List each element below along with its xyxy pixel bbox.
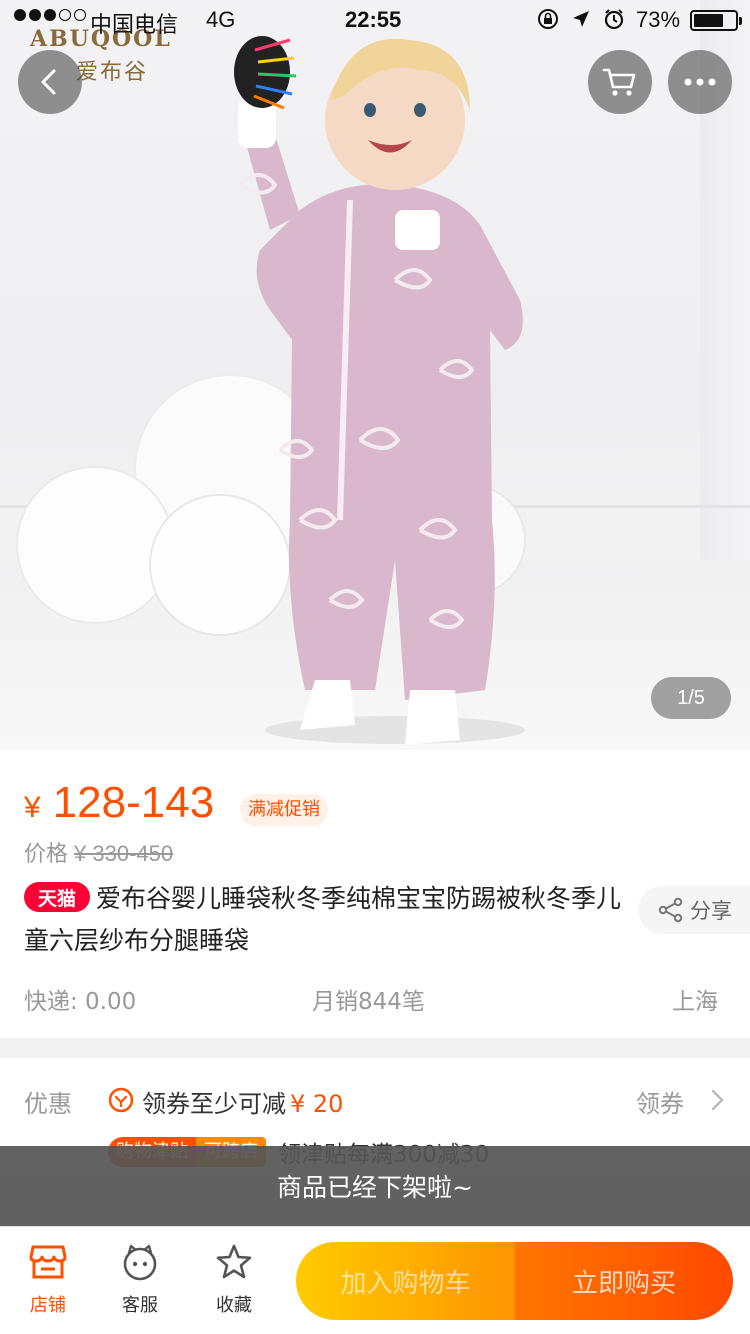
service-label: 客服 (122, 1295, 158, 1316)
customer-service-tab[interactable]: 客服 (100, 1241, 180, 1317)
shipping-fee: 快递: 0.00 (24, 989, 137, 1015)
price-currency: ¥ (24, 791, 41, 824)
bottom-action-bar: 店铺 客服 收藏 加入购物车 立即购买 (0, 1226, 750, 1334)
back-button[interactable] (18, 50, 82, 114)
battery-icon (690, 10, 742, 31)
buy-now-button[interactable]: 立即购买 (515, 1242, 733, 1320)
rotation-lock-icon (538, 9, 558, 29)
tmall-badge: 天猫 (24, 882, 90, 912)
image-page-indicator: 1/5 (651, 677, 731, 719)
coupon-text: 领券至少可减 ¥ 20 (142, 1084, 343, 1119)
original-price-value: ¥ 330-450 (74, 841, 174, 866)
price: ¥ 128-143 (24, 778, 214, 828)
share-icon (658, 897, 683, 923)
favorite-label: 收藏 (216, 1295, 252, 1316)
favorite-tab[interactable]: 收藏 (194, 1241, 274, 1317)
status-bar: 中国电信 4G 22:55 73% (0, 0, 750, 40)
coupon-desc: 领券至少可减 (142, 1090, 286, 1118)
store-icon (29, 1245, 67, 1279)
ship-from-location: 上海 (672, 989, 718, 1015)
battery-percent: 73% (636, 7, 681, 32)
more-button[interactable] (668, 50, 732, 114)
brand-logo-cn: 爱布谷 (76, 60, 149, 85)
toast-message: 商品已经下架啦~ (0, 1146, 750, 1226)
promo-tag: 满减促销 (240, 794, 328, 826)
star-icon (216, 1244, 252, 1279)
get-coupon-button[interactable]: 领券 (636, 1084, 684, 1119)
clock: 22:55 (345, 7, 402, 32)
cart-icon (602, 68, 636, 96)
product-info-panel: ¥ 128-143 满减促销 价格 ¥ 330-450 爱布谷婴儿睡袋秋冬季纯棉宝… (0, 750, 750, 1038)
share-button[interactable]: 分享 (638, 886, 750, 934)
price-range: 128-143 (52, 778, 215, 827)
more-dots-icon (684, 78, 716, 86)
baby-photo (16, 36, 526, 745)
monthly-sales: 月销844笔 (312, 989, 425, 1015)
chevron-right-icon (711, 1089, 724, 1111)
network-type: 4G (206, 7, 236, 32)
chevron-left-icon (41, 69, 56, 95)
original-price: 价格 ¥ 330-450 (24, 836, 173, 868)
product-title: 爱布谷婴儿睡袋秋冬季纯棉宝宝防踢被秋冬季儿童六层纱布分腿睡袋 (24, 884, 622, 955)
location-arrow-icon (573, 11, 589, 27)
coupon-label: 优惠 (24, 1090, 72, 1118)
store-label: 店铺 (30, 1295, 66, 1316)
store-tab[interactable]: 店铺 (8, 1241, 88, 1317)
coupon-amount: ¥ 20 (290, 1090, 344, 1118)
customer-service-icon (123, 1244, 157, 1281)
original-price-label: 价格 (24, 842, 69, 867)
signal-strength-icon (14, 9, 86, 21)
carrier-name: 中国电信 (90, 12, 179, 37)
coupon-icon (108, 1087, 134, 1113)
share-label: 分享 (690, 899, 732, 923)
product-image[interactable] (0, 0, 750, 750)
cart-button[interactable] (588, 50, 652, 114)
add-to-cart-button[interactable]: 加入购物车 (296, 1242, 515, 1320)
alarm-icon (604, 9, 624, 30)
